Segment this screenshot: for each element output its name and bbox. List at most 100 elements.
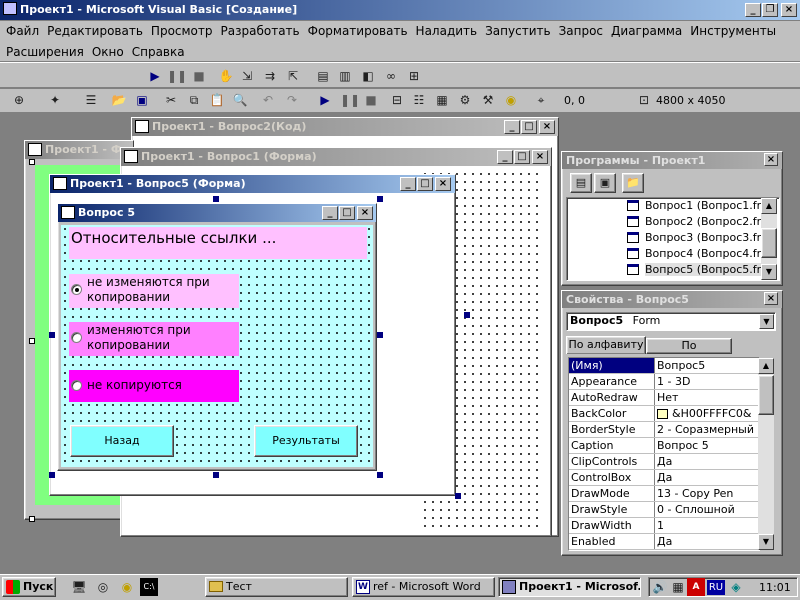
break-icon[interactable]: ❚❚ xyxy=(340,91,360,109)
locals-icon[interactable]: ▤ xyxy=(314,67,332,85)
form5-minimize-button[interactable]: _ xyxy=(400,177,416,191)
project-tree[interactable]: Вопрос1 (Вопрос1.frm) Вопрос2 (Вопрос2.fr… xyxy=(566,197,780,281)
menu-item[interactable]: Разработать xyxy=(217,21,304,41)
property-value[interactable]: Вопрос 5 xyxy=(655,438,759,453)
form1-minimize-button[interactable]: _ xyxy=(497,150,513,164)
object-selector[interactable]: Вопрос5 Form ▼ xyxy=(566,312,776,331)
project-scrollbar[interactable]: ▲ ▼ xyxy=(761,198,777,280)
menu-item[interactable]: Форматировать xyxy=(304,21,412,41)
question5-maximize-button[interactable]: □ xyxy=(339,206,355,220)
menu-item[interactable]: Файл xyxy=(2,21,43,41)
radio-2[interactable] xyxy=(71,332,82,343)
open-folder-icon[interactable]: 📂 xyxy=(110,91,128,109)
menu-item[interactable]: Редактировать xyxy=(43,21,147,41)
undo-icon[interactable]: ↶ xyxy=(259,91,277,109)
code-minimize-button[interactable]: _ xyxy=(504,120,520,134)
quicklaunch-desktop-icon[interactable]: 🖥 xyxy=(70,578,88,596)
question5-form[interactable]: Вопрос 5 _ □ × Относительные ссылки ... … xyxy=(57,203,377,471)
project-item[interactable]: Вопрос2 (Вопрос2.frm) xyxy=(567,214,779,230)
app-titlebar[interactable]: Проект1 - Microsoft Visual Basic [Создан… xyxy=(0,0,800,20)
tab-alphabetic[interactable]: По алфавиту xyxy=(566,336,646,354)
property-value[interactable]: 1 - 3D xyxy=(655,374,759,389)
property-row[interactable]: ControlBox Да xyxy=(569,470,759,486)
taskbar-item-vb[interactable]: Проект1 - Microsof... xyxy=(498,577,641,597)
antivirus-icon[interactable]: A xyxy=(687,578,705,596)
property-value[interactable]: Нет xyxy=(655,390,759,405)
form1-close-button[interactable]: × xyxy=(532,150,548,164)
project-item[interactable]: Вопрос4 (Вопрос4.frm) xyxy=(567,246,779,262)
pause-icon[interactable]: ❚❚ xyxy=(167,67,187,85)
property-row[interactable]: (Имя) Вопрос5 xyxy=(569,358,759,374)
property-row[interactable]: Enabled Да xyxy=(569,534,759,550)
form1-maximize-button[interactable]: □ xyxy=(514,150,530,164)
menu-item[interactable]: Просмотр xyxy=(147,21,217,41)
quicklaunch-media-icon[interactable]: ◉ xyxy=(118,578,136,596)
watch-icon[interactable]: ◧ xyxy=(359,67,377,85)
project-explorer-icon[interactable]: ⊟ xyxy=(388,91,406,109)
property-value[interactable]: Да xyxy=(655,534,759,549)
data-view-icon[interactable]: ◉ xyxy=(502,91,520,109)
step-into-icon[interactable]: ⇲ xyxy=(238,67,256,85)
speaker-icon[interactable]: 🔊 xyxy=(651,578,669,596)
property-row[interactable]: ClipControls Да xyxy=(569,454,759,470)
property-value[interactable]: 1 xyxy=(655,518,759,533)
restore-button[interactable]: ❐ xyxy=(762,3,778,17)
step-out-icon[interactable]: ⇱ xyxy=(284,67,302,85)
start-icon[interactable]: ▶ xyxy=(316,91,334,109)
property-value[interactable]: &H00FFFFC0& xyxy=(655,406,759,421)
back-button[interactable]: Назад xyxy=(70,425,174,457)
property-row[interactable]: BackColor &H00FFFFC0& xyxy=(569,406,759,422)
property-value[interactable]: 2 - Соразмерный xyxy=(655,422,759,437)
tab-categorized[interactable]: По категориям xyxy=(646,338,732,366)
close-button[interactable]: × xyxy=(781,3,797,17)
paste-icon[interactable]: 📋 xyxy=(208,91,226,109)
menu-item[interactable]: Запустить xyxy=(481,21,554,41)
property-row[interactable]: DrawMode 13 - Copy Pen xyxy=(569,486,759,502)
code-maximize-button[interactable]: □ xyxy=(521,120,537,134)
code-close-button[interactable]: × xyxy=(539,120,555,134)
save-icon[interactable]: ▣ xyxy=(133,91,151,109)
start-button[interactable]: Пуск xyxy=(2,577,56,597)
property-row[interactable]: Caption Вопрос 5 xyxy=(569,438,759,454)
add-form-icon[interactable]: ✦ xyxy=(46,91,64,109)
property-row[interactable]: Appearance 1 - 3D xyxy=(569,374,759,390)
project-item[interactable]: Вопрос3 (Вопрос3.frm) xyxy=(567,230,779,246)
menu-item[interactable]: Справка xyxy=(128,42,189,62)
quicklaunch-dos-icon[interactable]: C:\ xyxy=(140,578,158,596)
step-over-icon[interactable]: ⇉ xyxy=(261,67,279,85)
option-2[interactable]: изменяются при копировании xyxy=(69,322,239,356)
project-item[interactable]: Вопрос1 (Вопрос1.frm) xyxy=(567,198,779,214)
object-browser-icon[interactable]: ⚙ xyxy=(456,91,474,109)
quick-watch-icon[interactable]: ∞ xyxy=(382,67,400,85)
form-layout-icon[interactable]: ▦ xyxy=(433,91,451,109)
property-value[interactable]: 13 - Copy Pen xyxy=(655,486,759,501)
stop-icon[interactable]: ■ xyxy=(190,67,208,85)
properties-icon[interactable]: ☷ xyxy=(410,91,428,109)
form5-close-button[interactable]: × xyxy=(435,177,451,191)
find-icon[interactable]: 🔍 xyxy=(231,91,249,109)
add-project-icon[interactable]: ⊕ xyxy=(10,91,28,109)
question5-minimize-button[interactable]: _ xyxy=(322,206,338,220)
option-3[interactable]: не копируются xyxy=(69,370,239,402)
view-object-icon[interactable]: ▣ xyxy=(594,173,616,193)
minimize-button[interactable]: _ xyxy=(745,3,761,17)
project-close-button[interactable]: × xyxy=(764,153,778,166)
menu-editor-icon[interactable]: ☰ xyxy=(82,91,100,109)
menu-item[interactable]: Диаграмма xyxy=(607,21,686,41)
menu-item[interactable]: Инструменты xyxy=(686,21,780,41)
immediate-icon[interactable]: ▥ xyxy=(336,67,354,85)
taskbar-item-test[interactable]: Тест xyxy=(205,577,348,597)
property-row[interactable]: DrawStyle 0 - Сплошной xyxy=(569,502,759,518)
property-value[interactable]: Да xyxy=(655,454,759,469)
property-row[interactable]: AutoRedraw Нет xyxy=(569,390,759,406)
properties-grid[interactable]: (Имя) Вопрос5 Appearance 1 - 3D AutoRedraw Не… xyxy=(568,357,760,551)
results-button[interactable]: Результаты xyxy=(254,425,358,457)
question-heading[interactable]: Относительные ссылки ... xyxy=(69,227,367,259)
properties-close-button[interactable]: × xyxy=(764,292,778,305)
menu-item[interactable]: Расширения xyxy=(2,42,88,62)
network-icon[interactable]: ▦ xyxy=(669,578,687,596)
copy-icon[interactable]: ⧉ xyxy=(185,91,203,109)
call-stack-icon[interactable]: ⊞ xyxy=(405,67,423,85)
object-dropdown-icon[interactable]: ▼ xyxy=(759,314,774,329)
end-icon[interactable]: ■ xyxy=(362,91,380,109)
